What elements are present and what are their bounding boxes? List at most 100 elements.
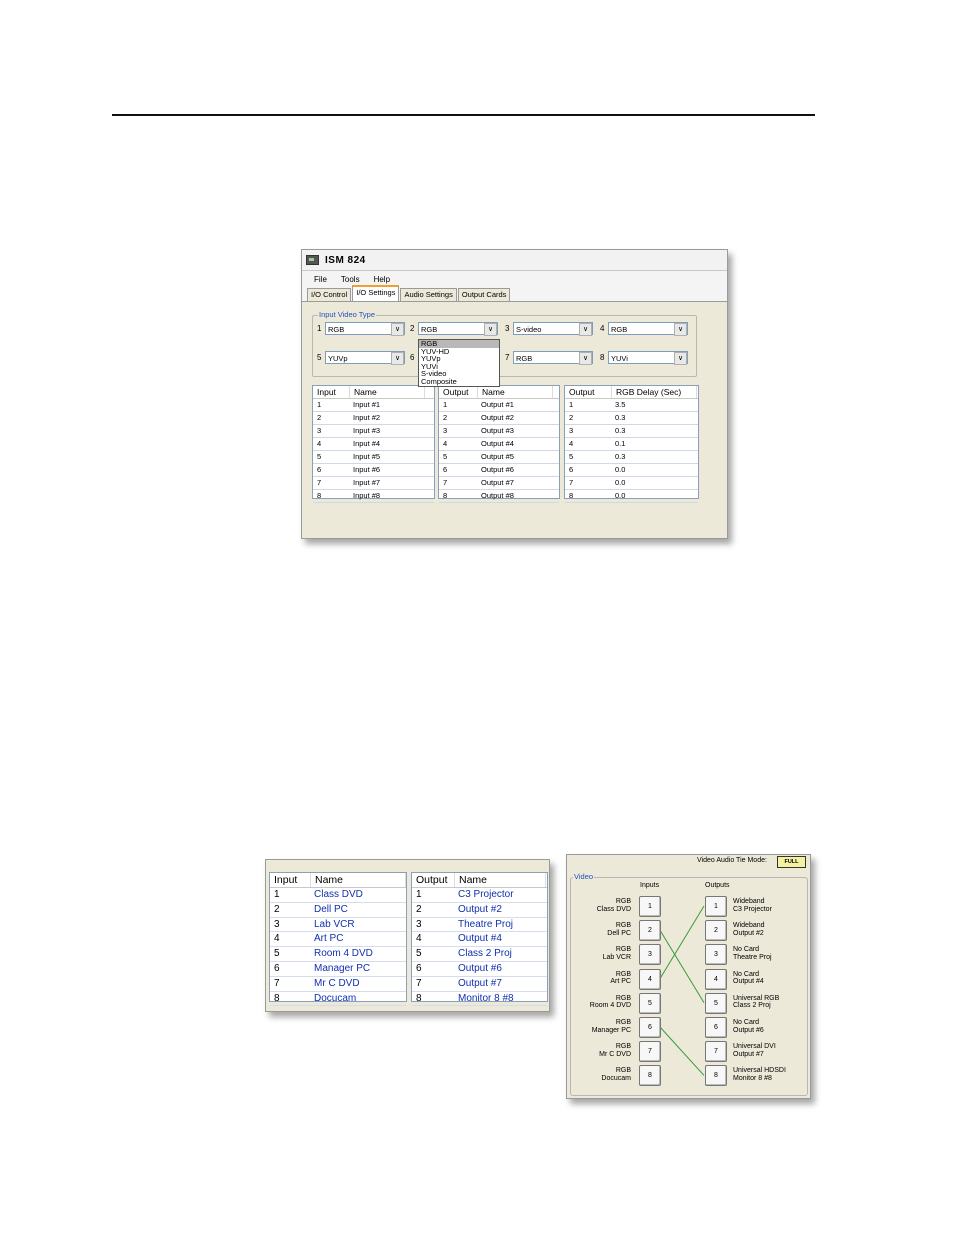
video-type-select-number: 2 (410, 324, 415, 333)
video-type-dropdown[interactable]: S-video ∨ (513, 322, 593, 336)
table-row[interactable]: 6 Input #6 (313, 464, 434, 477)
list-item[interactable]: 5 Class 2 Proj (412, 947, 547, 962)
column-header[interactable]: RGB Delay (Sec) (612, 386, 697, 398)
input-name: Dell PC (607, 929, 631, 937)
video-type-dropdown[interactable]: RGB ∨ (418, 322, 498, 336)
input-button-7[interactable]: 7 (639, 1041, 661, 1063)
table-row[interactable]: 5 Input #5 (313, 451, 434, 464)
list-item[interactable]: 2 Dell PC (270, 903, 406, 918)
column-header[interactable]: Output (565, 386, 612, 398)
list-item[interactable]: 5 Room 4 DVD (270, 947, 406, 962)
table-row[interactable]: 7 Output #7 (439, 477, 559, 490)
video-type-dropdown[interactable]: YUVi ∨ (608, 351, 688, 365)
menu-tools[interactable]: Tools (341, 275, 360, 284)
menu-help[interactable]: Help (374, 275, 390, 284)
input-button-6[interactable]: 6 (639, 1017, 661, 1038)
column-header[interactable]: Name (350, 386, 425, 398)
chevron-down-icon[interactable]: ∨ (579, 323, 592, 336)
table-row[interactable]: 8 Output #8 (439, 490, 559, 503)
input-button-1[interactable]: 1 (639, 896, 661, 917)
list-cell: 7 (416, 977, 422, 989)
table-row[interactable]: 1 Output #1 (439, 399, 559, 412)
list-item[interactable]: 4 Output #4 (412, 932, 547, 948)
list-item[interactable]: 8 Docucam (270, 992, 406, 1007)
table-row[interactable]: 3 0.3 (565, 425, 698, 438)
list-item[interactable]: 3 Lab VCR (270, 918, 406, 933)
table-row[interactable]: 1 3.5 (565, 399, 698, 412)
table-cell: 2 (317, 413, 322, 422)
list-item[interactable]: 7 Output #7 (412, 977, 547, 992)
table-row[interactable]: 6 0.0 (565, 464, 698, 477)
chevron-down-icon[interactable]: ∨ (484, 323, 497, 336)
list-cell: Docucam (314, 992, 357, 1004)
table-row[interactable]: 4 Output #4 (439, 438, 559, 451)
table-row[interactable]: 4 Input #4 (313, 438, 434, 451)
chevron-down-icon[interactable]: ∨ (674, 323, 687, 336)
chevron-down-icon[interactable]: ∨ (579, 352, 592, 365)
input-names-list: Input Name 1 Class DVD 2 Dell PC 3 Lab VCR 4 Art … (269, 872, 407, 1007)
column-header[interactable]: Name (455, 873, 546, 887)
input-label: RGB Class DVD (597, 898, 631, 913)
table-row[interactable]: 7 0.0 (565, 477, 698, 490)
list-item[interactable]: 8 Monitor 8 #8 (412, 992, 547, 1007)
output-button-7[interactable]: 7 (705, 1041, 727, 1063)
column-header[interactable]: Name (478, 386, 553, 398)
list-item[interactable]: 1 C3 Projector (412, 888, 547, 903)
dropdown-option[interactable]: Composite (419, 378, 499, 386)
table-row[interactable]: 5 0.3 (565, 451, 698, 464)
input-button-5[interactable]: 5 (639, 992, 661, 1014)
output-button-5[interactable]: 5 (705, 992, 727, 1014)
table-row[interactable]: 7 Input #7 (313, 477, 434, 490)
input-name: Room 4 DVD (589, 1002, 631, 1010)
input-button-3[interactable]: 3 (639, 944, 661, 966)
tab-output-cards[interactable]: Output Cards (457, 288, 511, 301)
tab-io-control[interactable]: I/O Control (307, 288, 352, 301)
output-button-3[interactable]: 3 (705, 944, 727, 966)
list-item[interactable]: 3 Theatre Proj (412, 918, 547, 933)
table-row[interactable]: 2 0.3 (565, 412, 698, 425)
table-row[interactable]: 8 Input #8 (313, 490, 434, 503)
column-header[interactable]: Output (439, 386, 478, 398)
list-cell: Output #2 (458, 903, 502, 915)
output-button-4[interactable]: 4 (705, 968, 727, 990)
input-button-8[interactable]: 8 (639, 1065, 661, 1087)
column-header[interactable]: Output (412, 873, 455, 887)
column-header[interactable]: Input (270, 873, 311, 887)
table-row[interactable]: 3 Output #3 (439, 425, 559, 438)
list-item[interactable]: 1 Class DVD (270, 888, 406, 903)
list-item[interactable]: 6 Manager PC (270, 962, 406, 977)
input-button-2[interactable]: 2 (639, 920, 661, 942)
table-row[interactable]: 5 Output #5 (439, 451, 559, 464)
video-type-dropdown[interactable]: RGB ∨ (513, 351, 593, 365)
output-button-1[interactable]: 1 (705, 896, 727, 917)
column-header[interactable]: Name (311, 873, 406, 887)
video-type-dropdown-list[interactable]: RGB YUV-HD YUVp YUVi S-video Composite (418, 339, 500, 387)
title-bar: ISM 824 (302, 250, 727, 271)
input-button-4[interactable]: 4 (639, 968, 661, 990)
video-type-dropdown[interactable]: RGB ∨ (325, 322, 405, 336)
video-type-dropdown[interactable]: RGB ∨ (608, 322, 688, 336)
table-row[interactable]: 2 Output #2 (439, 412, 559, 425)
table-row[interactable]: 2 Input #2 (313, 412, 434, 425)
table-row[interactable]: 4 0.1 (565, 438, 698, 451)
names-panel: Input Name 1 Class DVD 2 Dell PC 3 Lab VCR 4 Art … (265, 859, 550, 1012)
video-type-dropdown[interactable]: YUVp ∨ (325, 351, 405, 365)
table-row[interactable]: 1 Input #1 (313, 399, 434, 412)
chevron-down-icon[interactable]: ∨ (674, 352, 687, 365)
list-item[interactable]: 2 Output #2 (412, 903, 547, 918)
output-button-6[interactable]: 6 (705, 1017, 727, 1038)
chevron-down-icon[interactable]: ∨ (391, 323, 404, 336)
tab-audio-settings[interactable]: Audio Settings (400, 288, 457, 301)
table-row[interactable]: 8 0.0 (565, 490, 698, 503)
menu-file[interactable]: File (314, 275, 327, 284)
chevron-down-icon[interactable]: ∨ (391, 352, 404, 365)
table-row[interactable]: 3 Input #3 (313, 425, 434, 438)
list-item[interactable]: 4 Art PC (270, 932, 406, 948)
tab-io-settings[interactable]: I/O Settings (352, 285, 400, 301)
list-item[interactable]: 6 Output #6 (412, 962, 547, 977)
list-item[interactable]: 7 Mr C DVD (270, 977, 406, 992)
output-button-8[interactable]: 8 (705, 1065, 727, 1087)
column-header[interactable]: Input (313, 386, 350, 398)
table-row[interactable]: 6 Output #6 (439, 464, 559, 477)
output-button-2[interactable]: 2 (705, 920, 727, 942)
